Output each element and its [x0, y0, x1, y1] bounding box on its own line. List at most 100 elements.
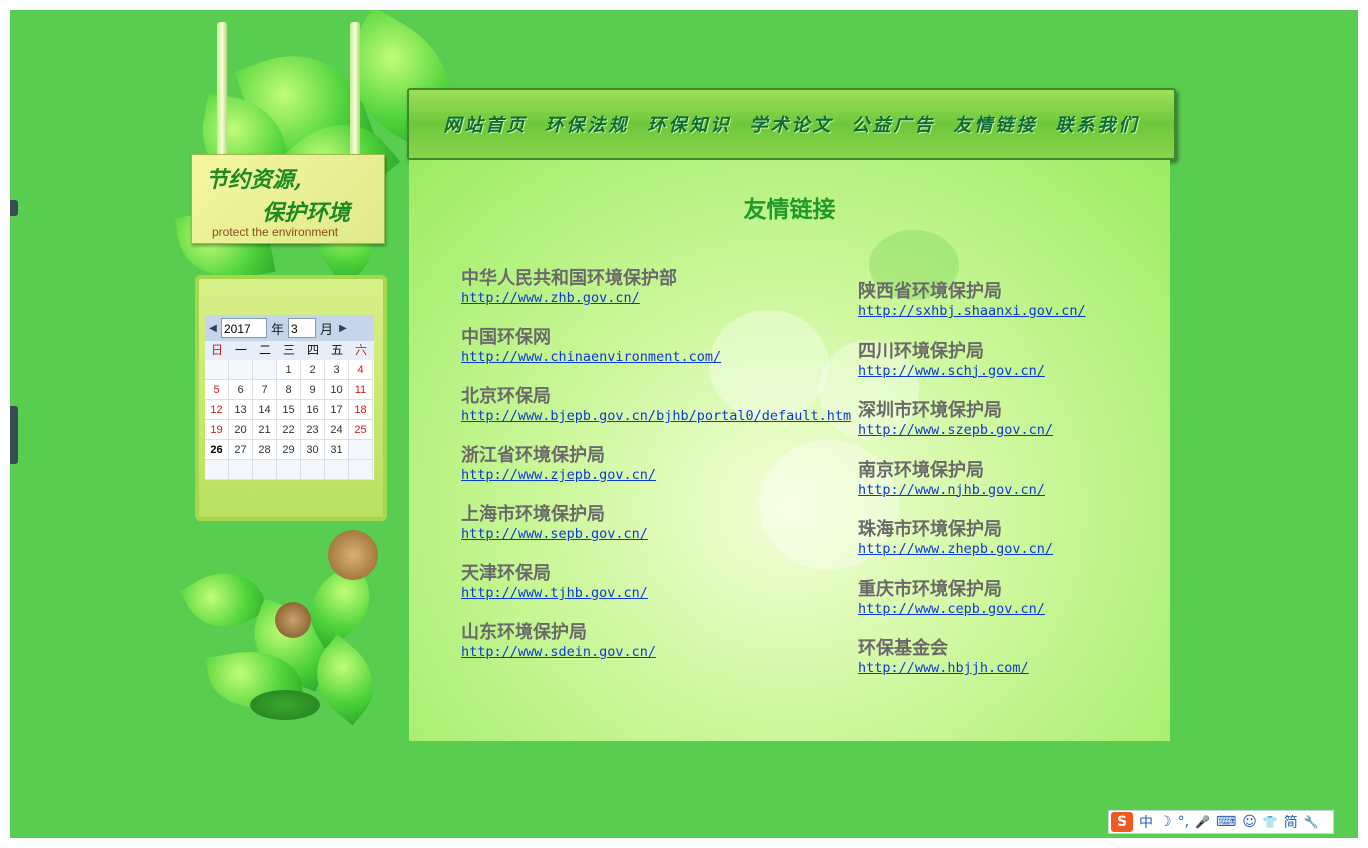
site-url-link[interactable]: http://www.sepb.gov.cn/	[461, 526, 648, 542]
month-input[interactable]: 3	[288, 318, 317, 338]
edge-scroll-handle-lower[interactable]	[10, 406, 18, 464]
site-url-link[interactable]: http://sxhbj.shaanxi.gov.cn/	[858, 303, 1086, 319]
calendar-empty-cell	[253, 360, 277, 380]
calendar-day[interactable]: 28	[253, 440, 277, 460]
site-url-link[interactable]: http://www.hbjjh.com/	[858, 660, 1029, 676]
link-item: 浙江省环境保护局 http://www.zjepb.gov.cn/	[461, 445, 656, 483]
site-name: 天津环保局	[461, 563, 551, 584]
ime-mode-toggle[interactable]: 简	[1284, 812, 1298, 832]
site-url-link[interactable]: http://www.zjepb.gov.cn/	[461, 467, 656, 483]
content-panel: 友情链接 中华人民共和国环境保护部 http://www.zhb.gov.cn/中…	[409, 160, 1170, 741]
moon-icon[interactable]: ☽	[1159, 814, 1172, 830]
calendar-day[interactable]: 25	[349, 420, 373, 440]
site-url-link[interactable]: http://www.szepb.gov.cn/	[858, 422, 1053, 438]
calendar-day[interactable]: 17	[325, 400, 349, 420]
site-name: 四川环境保护局	[858, 340, 984, 362]
link-item: 南京环境保护局 http://www.njhb.gov.cn/	[858, 460, 1045, 498]
weekday-header: 日	[210, 343, 223, 357]
slogan-line1: 节约资源,	[206, 167, 302, 193]
calendar-day[interactable]: 7	[253, 380, 277, 400]
calendar-day[interactable]: 5	[205, 380, 229, 400]
edge-scroll-handle[interactable]	[10, 200, 18, 216]
site-name: 上海市环境保护局	[461, 504, 605, 525]
calendar-empty-cell	[325, 460, 349, 480]
skin-icon[interactable]: 👕	[1263, 815, 1278, 829]
nav-item-7[interactable]: 联系我们	[1056, 111, 1140, 137]
microphone-icon[interactable]: 🎤	[1195, 815, 1210, 829]
calendar-day[interactable]: 15	[277, 400, 301, 420]
site-url-link[interactable]: http://www.zhepb.gov.cn/	[858, 541, 1053, 557]
ime-language-toggle[interactable]: 中	[1139, 812, 1153, 832]
weekday-header: 六	[354, 343, 367, 357]
link-item: 深圳市环境保护局 http://www.szepb.gov.cn/	[858, 400, 1053, 438]
year-input[interactable]: 2017	[221, 318, 267, 338]
calendar-empty-cell	[277, 460, 301, 480]
site-url-link[interactable]: http://www.schj.gov.cn/	[858, 363, 1045, 379]
nav-item-5[interactable]: 公益广告	[852, 111, 936, 137]
calendar-day[interactable]: 19	[205, 420, 229, 440]
calendar-day[interactable]: 3	[325, 360, 349, 380]
calendar-day[interactable]: 10	[325, 380, 349, 400]
link-item: 四川环境保护局 http://www.schj.gov.cn/	[858, 341, 1045, 379]
calendar-day[interactable]: 4	[349, 360, 373, 380]
link-item: 天津环保局 http://www.tjhb.gov.cn/	[461, 563, 648, 601]
calendar-day[interactable]: 27	[229, 440, 253, 460]
site-url-link[interactable]: http://www.chinaenvironment.com/	[461, 349, 721, 365]
main-nav: 网站首页 环保法规 环保知识 学术论文 公益广告 友情链接 联系我们	[407, 88, 1176, 160]
month-label: 月	[320, 321, 334, 337]
nav-item-1[interactable]: 网站首页	[444, 111, 528, 137]
next-month-icon[interactable]: ▶	[337, 323, 349, 334]
nav-item-4[interactable]: 学术论文	[750, 111, 834, 137]
calendar-empty-cell	[301, 460, 325, 480]
sogou-logo-icon[interactable]: S	[1111, 812, 1133, 832]
calendar-day[interactable]: 21	[253, 420, 277, 440]
link-item: 中国环保网 http://www.chinaenvironment.com/	[461, 327, 721, 365]
calendar-day[interactable]: 18	[349, 400, 373, 420]
link-item: 上海市环境保护局 http://www.sepb.gov.cn/	[461, 504, 648, 542]
site-url-link[interactable]: http://www.cepb.gov.cn/	[858, 601, 1045, 617]
calendar-day[interactable]: 14	[253, 400, 277, 420]
calendar-day[interactable]: 29	[277, 440, 301, 460]
calendar-day[interactable]: 12	[205, 400, 229, 420]
calendar-day[interactable]: 23	[301, 420, 325, 440]
calendar-empty-cell	[205, 360, 229, 380]
site-url-link[interactable]: http://www.bjepb.gov.cn/bjhb/portal0/def…	[461, 408, 851, 424]
calendar-empty-cell	[229, 360, 253, 380]
site-url-link[interactable]: http://www.njhb.gov.cn/	[858, 482, 1045, 498]
page-frame: 节约资源, 保护环境 protect the environment ◀ 201…	[10, 10, 1358, 838]
calendar-day[interactable]: 30	[301, 440, 325, 460]
calendar-empty-cell	[205, 460, 229, 480]
calendar-day[interactable]: 31	[325, 440, 349, 460]
calendar-day[interactable]: 2	[301, 360, 325, 380]
wrench-icon[interactable]: 🔧	[1304, 815, 1319, 829]
prev-month-icon[interactable]: ◀	[207, 323, 219, 334]
calendar-header: ◀ 2017 年 3 月 ▶	[205, 315, 374, 341]
ime-toolbar: S 中 ☽ °, 🎤 ⌨ ☺ 👕 简 🔧	[1108, 810, 1334, 834]
calendar-day[interactable]: 1	[277, 360, 301, 380]
calendar-day[interactable]: 6	[229, 380, 253, 400]
calendar-day[interactable]: 11	[349, 380, 373, 400]
site-url-link[interactable]: http://www.zhb.gov.cn/	[461, 290, 677, 306]
calendar-day[interactable]: 20	[229, 420, 253, 440]
calendar-day[interactable]: 22	[277, 420, 301, 440]
calendar-day[interactable]: 26	[205, 440, 229, 460]
site-name: 重庆市环境保护局	[858, 578, 1002, 600]
site-url-link[interactable]: http://www.tjhb.gov.cn/	[461, 585, 648, 601]
site-url-link[interactable]: http://www.sdein.gov.cn/	[461, 644, 656, 660]
nav-item-6[interactable]: 友情链接	[954, 111, 1038, 137]
weekday-header: 三	[282, 343, 295, 357]
calendar-day[interactable]: 9	[301, 380, 325, 400]
nav-item-2[interactable]: 环保法规	[546, 111, 630, 137]
keyboard-icon[interactable]: ⌨	[1216, 814, 1236, 830]
calendar-day[interactable]: 24	[325, 420, 349, 440]
user-icon[interactable]: ☺	[1242, 814, 1257, 830]
calendar-widget: ◀ 2017 年 3 月 ▶ 日一二三四五六 1 2 3 4 5 6 7 8 9 10 11 12 13…	[205, 315, 374, 480]
link-item: 山东环境保护局 http://www.sdein.gov.cn/	[461, 622, 656, 660]
calendar-empty-cell	[349, 440, 373, 460]
calendar-day[interactable]: 13	[229, 400, 253, 420]
punctuation-icon[interactable]: °,	[1178, 814, 1189, 830]
calendar-day[interactable]: 16	[301, 400, 325, 420]
nav-item-3[interactable]: 环保知识	[648, 111, 732, 137]
site-name: 珠海市环境保护局	[858, 519, 1002, 540]
calendar-day[interactable]: 8	[277, 380, 301, 400]
